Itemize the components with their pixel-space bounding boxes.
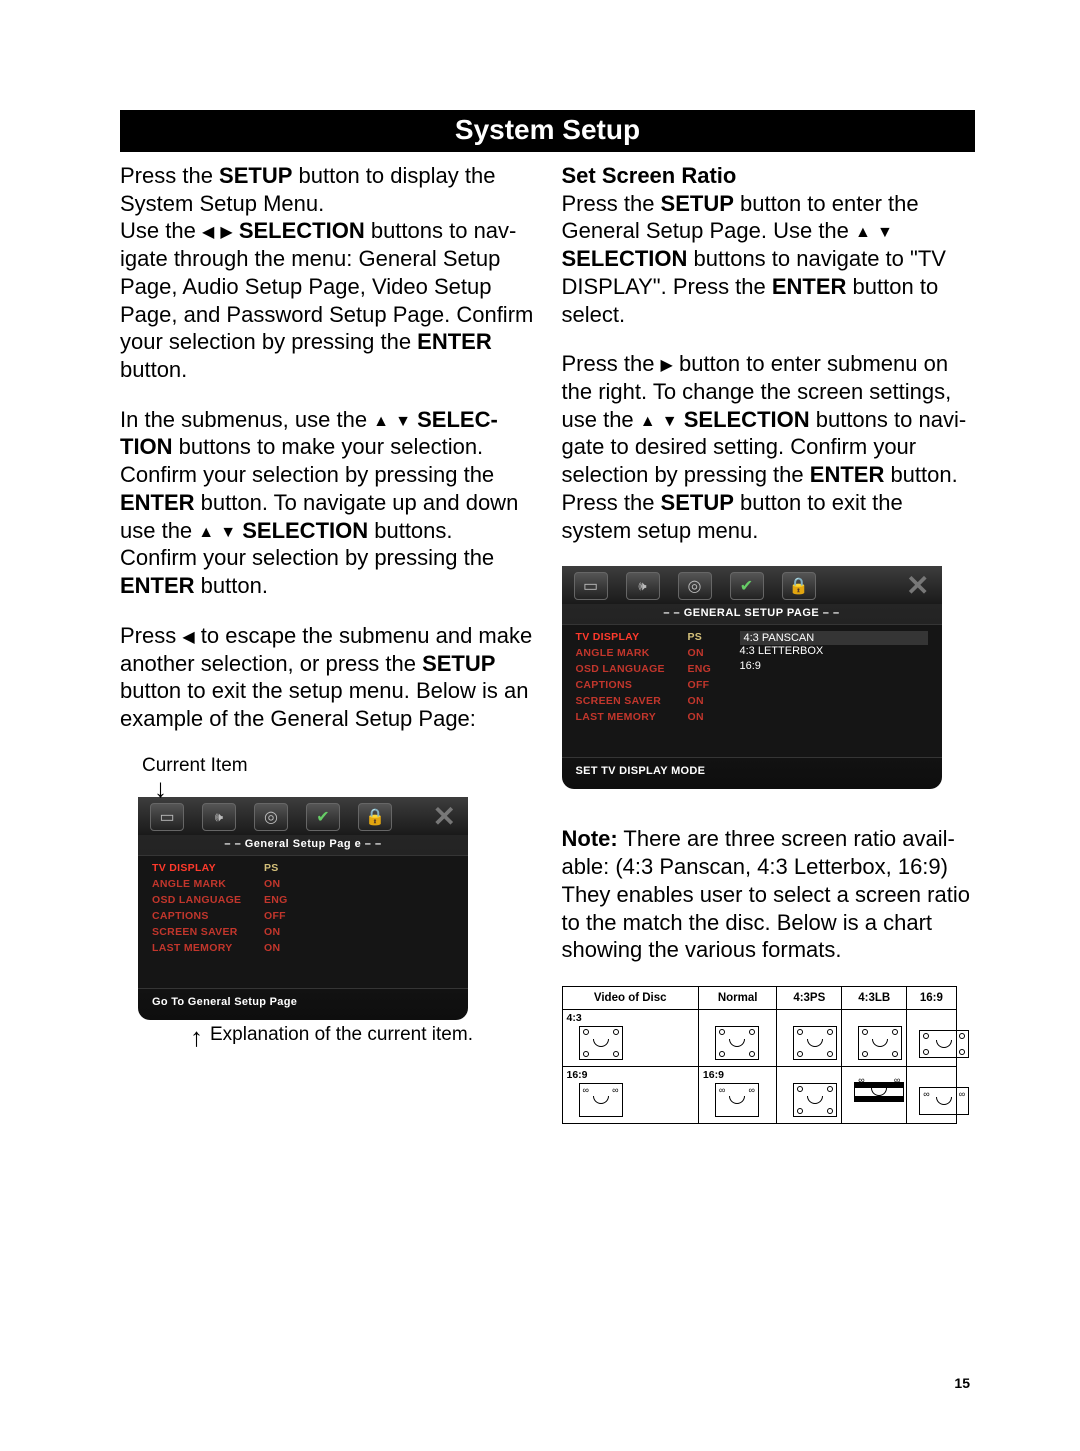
current-item-label: Current Item xyxy=(142,755,534,777)
osd-row: TV DISPLAYPS xyxy=(152,860,454,876)
table-header: 4:3PS xyxy=(777,986,842,1009)
lock-icon xyxy=(782,572,816,600)
left-arrow-icon: ◀ xyxy=(182,629,194,646)
ratio-cell xyxy=(777,1010,841,1066)
osd-row: LAST MEMORYON xyxy=(152,940,454,956)
page-title-bar: System Setup xyxy=(120,110,975,152)
osd-row: CAPTIONSOFF xyxy=(152,908,454,924)
speaker-icon xyxy=(202,803,236,831)
osd-footer: Go To General Setup Page xyxy=(138,989,468,1020)
lock-icon xyxy=(358,803,392,831)
down-arrow-icon: ▼ xyxy=(877,224,893,241)
up-arrow-icon: ▲ xyxy=(855,224,871,241)
right-paragraph-2: Press the ▶ button to enter submenu on t… xyxy=(562,350,976,544)
table-header: 16:9 xyxy=(907,986,956,1009)
ratio-cell xyxy=(777,1067,841,1123)
check-icon xyxy=(306,803,340,831)
disc-icon xyxy=(254,803,288,831)
right-arrow-icon: ▶ xyxy=(220,224,232,241)
ratio-cell: 4:3 xyxy=(563,1010,698,1066)
ratio-cell xyxy=(907,1067,955,1123)
set-screen-ratio-heading: Set Screen Ratio xyxy=(562,163,737,188)
table-header: Normal xyxy=(698,986,776,1009)
osd-option: 4:3 LETTERBOX xyxy=(740,645,928,660)
osd-submenu-options: 4:3 PANSCAN 4:3 LETTERBOX 16:9 xyxy=(740,629,928,757)
osd-body: TV DISPLAYPS ANGLE MARKON OSD LANGUAGEEN… xyxy=(562,624,942,758)
table-row: 16:9 16:9 xyxy=(562,1066,956,1123)
left-paragraph-2: In the submenus, use the ▲ ▼ SELEC­TION … xyxy=(120,406,534,600)
down-arrow-icon: ▼ xyxy=(395,413,411,430)
osd-row: TV DISPLAYPS xyxy=(576,629,740,645)
osd-row: ANGLE MARKON xyxy=(576,645,740,661)
disc-icon xyxy=(678,572,712,600)
two-column-layout: Press the SETUP button to display the Sy… xyxy=(120,162,975,1124)
close-icon: ✕ xyxy=(906,572,929,600)
table-header: Video of Disc xyxy=(562,986,698,1009)
osd-icon-row: ✕ xyxy=(138,797,468,835)
ratio-cell xyxy=(842,1067,906,1123)
left-paragraph-3: Press ◀ to escape the submenu and make a… xyxy=(120,622,534,733)
down-arrow-icon: ▼ xyxy=(662,413,678,430)
ratio-cell: 16:9 xyxy=(563,1067,698,1123)
explanation-label: Explanation of the current item. xyxy=(192,1024,534,1046)
page-title: System Setup xyxy=(455,114,640,145)
osd-icon-row: ✕ xyxy=(562,566,942,604)
right-column: Set Screen Ratio Press the SETUP button … xyxy=(562,162,976,1124)
up-arrow-icon: ▲ xyxy=(198,524,214,541)
osd-option: 16:9 xyxy=(740,660,928,675)
ratio-cell xyxy=(842,1010,906,1066)
osd-header: – – GENERAL SETUP PAGE – – xyxy=(562,604,942,624)
speaker-icon xyxy=(626,572,660,600)
up-arrow-icon: ▲ xyxy=(373,413,389,430)
check-icon xyxy=(730,572,764,600)
osd-row: OSD LANGUAGEENG xyxy=(576,661,740,677)
osd-option: 4:3 PANSCAN xyxy=(740,631,928,645)
close-icon: ✕ xyxy=(433,803,456,831)
page-number: 15 xyxy=(954,1375,970,1391)
screen-ratio-table: Video of Disc Normal 4:3PS 4:3LB 16:9 4:… xyxy=(562,986,957,1124)
tv-icon xyxy=(574,572,608,600)
manual-page: System Setup Press the SETUP button to d… xyxy=(0,0,1080,1451)
right-paragraph-1: Set Screen Ratio Press the SETUP button … xyxy=(562,162,976,328)
up-arrow-icon: ▲ xyxy=(640,413,656,430)
osd-row: CAPTIONSOFF xyxy=(576,677,740,693)
ratio-cell xyxy=(699,1010,776,1066)
pointer-down-icon: ↓ xyxy=(154,779,534,797)
osd-row: ANGLE MARKON xyxy=(152,876,454,892)
osd-header: – – General Setup Pag e – – xyxy=(138,835,468,855)
table-row: Video of Disc Normal 4:3PS 4:3LB 16:9 xyxy=(562,986,956,1009)
osd-row: OSD LANGUAGEENG xyxy=(152,892,454,908)
osd-footer: SET TV DISPLAY MODE xyxy=(562,758,942,789)
tv-icon xyxy=(150,803,184,831)
osd-general-setup-example: ✕ – – General Setup Pag e – – TV DISPLAY… xyxy=(138,797,468,1020)
left-arrow-icon: ◀ xyxy=(202,224,214,241)
left-paragraph-1: Press the SETUP button to display the Sy… xyxy=(120,162,534,384)
ratio-cell: 16:9 xyxy=(699,1067,776,1123)
table-header: 4:3LB xyxy=(842,986,907,1009)
osd-row: LAST MEMORYON xyxy=(576,709,740,725)
ratio-cell xyxy=(907,1010,955,1066)
right-arrow-icon: ▶ xyxy=(661,357,673,374)
osd-row: SCREEN SAVERON xyxy=(576,693,740,709)
down-arrow-icon: ▼ xyxy=(220,524,236,541)
osd-body: TV DISPLAYPS ANGLE MARKON OSD LANGUAGEEN… xyxy=(138,855,468,989)
table-row: 4:3 xyxy=(562,1009,956,1066)
note-paragraph: Note: There are three screen ratio avail… xyxy=(562,825,976,964)
osd-row: SCREEN SAVERON xyxy=(152,924,454,940)
left-column: Press the SETUP button to display the Sy… xyxy=(120,162,534,1124)
osd-general-setup-submenu: ✕ – – GENERAL SETUP PAGE – – TV DISPLAYP… xyxy=(562,566,942,789)
